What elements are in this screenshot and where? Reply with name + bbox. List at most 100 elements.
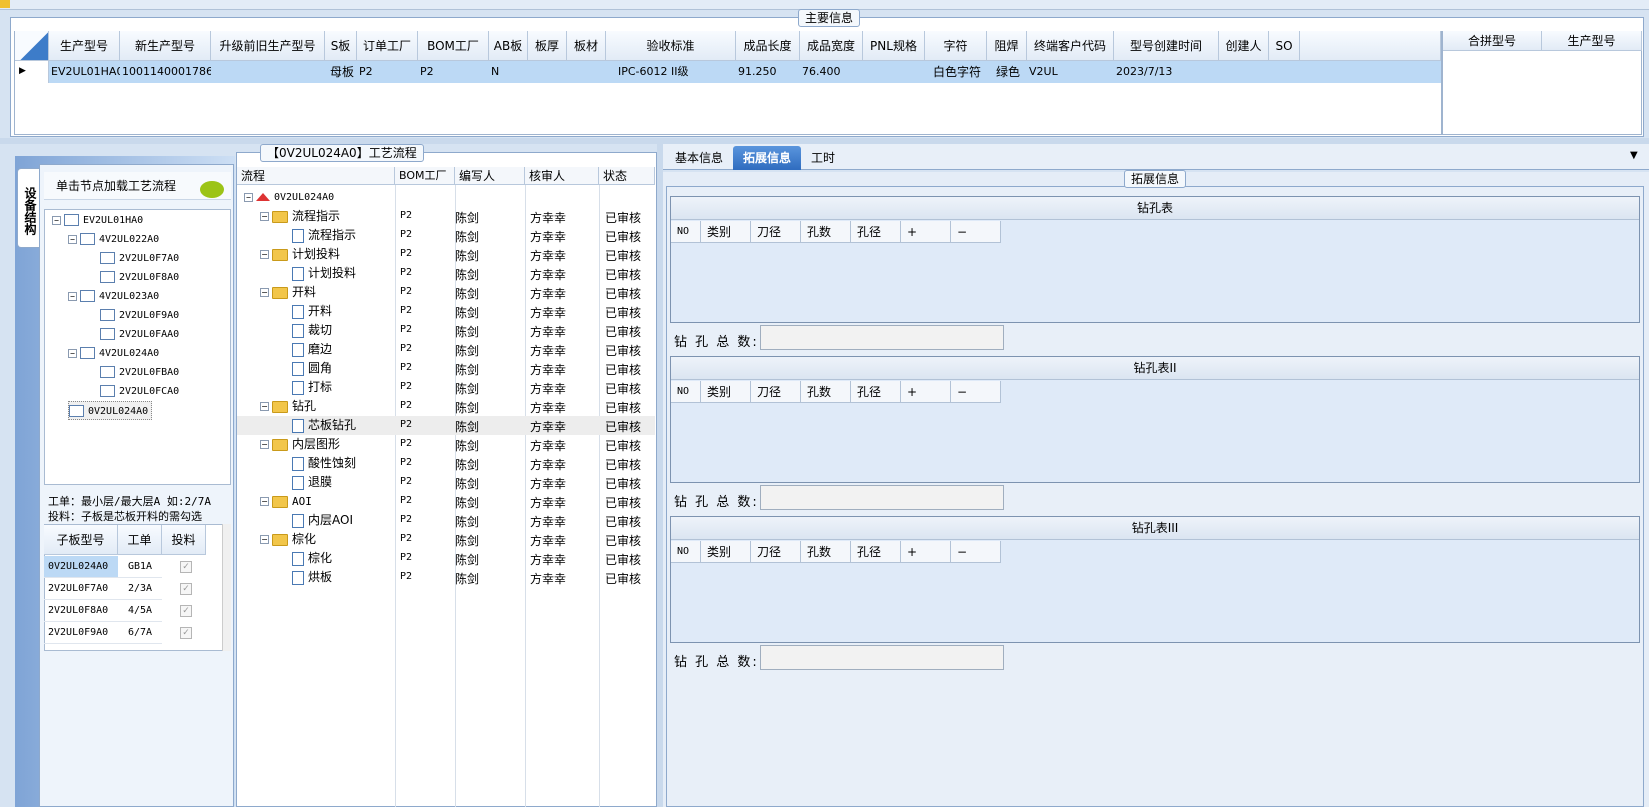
- drill-column-0[interactable]: NO: [671, 541, 701, 563]
- expand-toggle-icon[interactable]: −: [260, 440, 269, 449]
- process-tree-node[interactable]: 烘板: [292, 568, 332, 587]
- process-tree-node[interactable]: 内层AOI: [292, 511, 353, 530]
- device-tree-node[interactable]: − EV2UL01HA0: [52, 211, 143, 230]
- feed-checkbox[interactable]: ✓: [180, 583, 192, 595]
- tab-2[interactable]: 工时: [803, 146, 843, 170]
- grid-cell-6[interactable]: N: [489, 61, 528, 83]
- process-tree-node[interactable]: 酸性蚀刻: [292, 454, 356, 473]
- device-tree-node[interactable]: 2V2UL0F7A0: [100, 249, 179, 268]
- sub-row-model[interactable]: 2V2UL0F7A0: [44, 578, 118, 600]
- expand-toggle-icon[interactable]: −: [260, 212, 269, 221]
- process-tree-node[interactable]: 芯板钻孔: [292, 416, 356, 435]
- process-tree-node[interactable]: 流程指示: [292, 226, 356, 245]
- grid-cell-13[interactable]: 白色字符: [925, 61, 987, 83]
- grid-header-1[interactable]: 新生产型号: [120, 31, 211, 61]
- drill-total-field[interactable]: [760, 485, 1004, 510]
- grid-cell-16[interactable]: 2023/7/13: [1114, 61, 1219, 83]
- process-tree-node[interactable]: − 棕化: [260, 530, 316, 549]
- drill-column-6[interactable]: −: [951, 381, 1001, 403]
- merge-model-header[interactable]: 合拼型号: [1443, 31, 1542, 51]
- sub-row-model[interactable]: 0V2UL024A0: [44, 556, 118, 578]
- grid-header-13[interactable]: 字符: [925, 31, 987, 61]
- expand-toggle-icon[interactable]: −: [260, 250, 269, 259]
- drill-total-field[interactable]: [760, 325, 1004, 350]
- device-tree-node[interactable]: − 4V2UL024A0: [68, 344, 159, 363]
- expand-toggle-icon[interactable]: −: [260, 288, 269, 297]
- grid-header-3[interactable]: S板: [325, 31, 357, 61]
- device-tree-node[interactable]: 2V2UL0FCA0: [100, 382, 179, 401]
- expand-toggle-icon[interactable]: −: [260, 535, 269, 544]
- process-header-4[interactable]: 状态: [599, 167, 655, 185]
- drill-column-3[interactable]: 孔数: [801, 541, 851, 563]
- grid-header-0[interactable]: 生产型号: [49, 31, 120, 61]
- feed-checkbox[interactable]: ✓: [180, 627, 192, 639]
- drill-column-0[interactable]: NO: [671, 221, 701, 243]
- device-tree-node[interactable]: 0V2UL024A0: [68, 401, 153, 420]
- grid-header-4[interactable]: 订单工厂: [357, 31, 418, 61]
- drill-column-6[interactable]: −: [951, 221, 1001, 243]
- grid-header-15[interactable]: 终端客户代码: [1027, 31, 1114, 61]
- device-tree-node[interactable]: − 4V2UL022A0: [68, 230, 159, 249]
- drill-column-1[interactable]: 类别: [701, 541, 751, 563]
- expand-toggle-icon[interactable]: −: [68, 234, 77, 244]
- drill-column-3[interactable]: 孔数: [801, 381, 851, 403]
- grid-header-11[interactable]: 成品宽度: [800, 31, 863, 61]
- expand-toggle-icon[interactable]: −: [260, 402, 269, 411]
- process-root-node[interactable]: − 0V2UL024A0: [244, 188, 334, 207]
- grid-cell-2[interactable]: [211, 61, 325, 83]
- process-tree-node[interactable]: 开料: [292, 302, 332, 321]
- grid-header-9[interactable]: 验收标准: [606, 31, 736, 61]
- expand-toggle-icon[interactable]: −: [52, 215, 61, 225]
- sub-grid-header-0[interactable]: 子板型号: [44, 525, 118, 555]
- drill-total-field[interactable]: [760, 645, 1004, 670]
- grid-cell-18[interactable]: [1269, 61, 1300, 83]
- drill-column-2[interactable]: 刀径: [751, 221, 801, 243]
- expand-toggle-icon[interactable]: −: [68, 291, 77, 301]
- process-tree-node[interactable]: 圆角: [292, 359, 332, 378]
- drill-column-1[interactable]: 类别: [701, 381, 751, 403]
- grid-header-10[interactable]: 成品长度: [736, 31, 800, 61]
- sub-row-order[interactable]: GB1A: [118, 556, 162, 578]
- device-tree-node[interactable]: − 4V2UL023A0: [68, 287, 159, 306]
- grid-header-5[interactable]: BOM工厂: [418, 31, 489, 61]
- sub-row-order[interactable]: 2/3A: [118, 578, 162, 600]
- grid-header-6[interactable]: AB板: [489, 31, 528, 61]
- sub-row-model[interactable]: 2V2UL0F9A0: [44, 622, 118, 644]
- device-tree-node[interactable]: 2V2UL0FBA0: [100, 363, 179, 382]
- grid-cell-14[interactable]: 绿色: [987, 61, 1027, 83]
- process-tree-node[interactable]: − 内层图形: [260, 435, 340, 454]
- sub-grid-scrollbar[interactable]: [222, 524, 231, 651]
- tab-0[interactable]: 基本信息: [664, 146, 734, 170]
- grid-cell-17[interactable]: [1219, 61, 1269, 83]
- process-tree-node[interactable]: 裁切: [292, 321, 332, 340]
- drill-column-4[interactable]: 孔径: [851, 381, 901, 403]
- expand-toggle-icon[interactable]: −: [260, 497, 269, 506]
- sub-grid-header-2[interactable]: 投料: [162, 525, 206, 555]
- drill-column-5[interactable]: +: [901, 381, 951, 403]
- grid-cell-1[interactable]: 10011400017868: [120, 61, 211, 83]
- drill-column-6[interactable]: −: [951, 541, 1001, 563]
- sub-row-model[interactable]: 2V2UL0F8A0: [44, 600, 118, 622]
- tab-dropdown-icon[interactable]: ▼: [1630, 150, 1638, 161]
- grid-header-16[interactable]: 型号创建时间: [1114, 31, 1219, 61]
- grid-header-7[interactable]: 板厚: [528, 31, 567, 61]
- drill-column-1[interactable]: 类别: [701, 221, 751, 243]
- drill-column-3[interactable]: 孔数: [801, 221, 851, 243]
- grid-cell-9[interactable]: IPC-6012 II级: [616, 61, 736, 83]
- grid-cell-8[interactable]: [567, 61, 616, 83]
- drill-column-2[interactable]: 刀径: [751, 381, 801, 403]
- process-tree-node[interactable]: − 钻孔: [260, 397, 316, 416]
- process-header-2[interactable]: 编写人: [455, 167, 525, 185]
- grid-cell-10[interactable]: 91.250: [736, 61, 800, 83]
- grid-row-indicator[interactable]: ▶: [15, 61, 49, 83]
- device-tree-node[interactable]: 2V2UL0F9A0: [100, 306, 179, 325]
- grid-corner[interactable]: [15, 31, 49, 61]
- grid-cell-12[interactable]: [863, 61, 925, 83]
- grid-header-14[interactable]: 阻焊: [987, 31, 1027, 61]
- drill-column-5[interactable]: +: [901, 541, 951, 563]
- chat-bubble-icon[interactable]: [200, 181, 224, 198]
- grid-cell-11[interactable]: 76.400: [800, 61, 863, 83]
- process-tree-node[interactable]: 打标: [292, 378, 332, 397]
- grid-cell-4[interactable]: P2: [357, 61, 418, 83]
- drill-column-0[interactable]: NO: [671, 381, 701, 403]
